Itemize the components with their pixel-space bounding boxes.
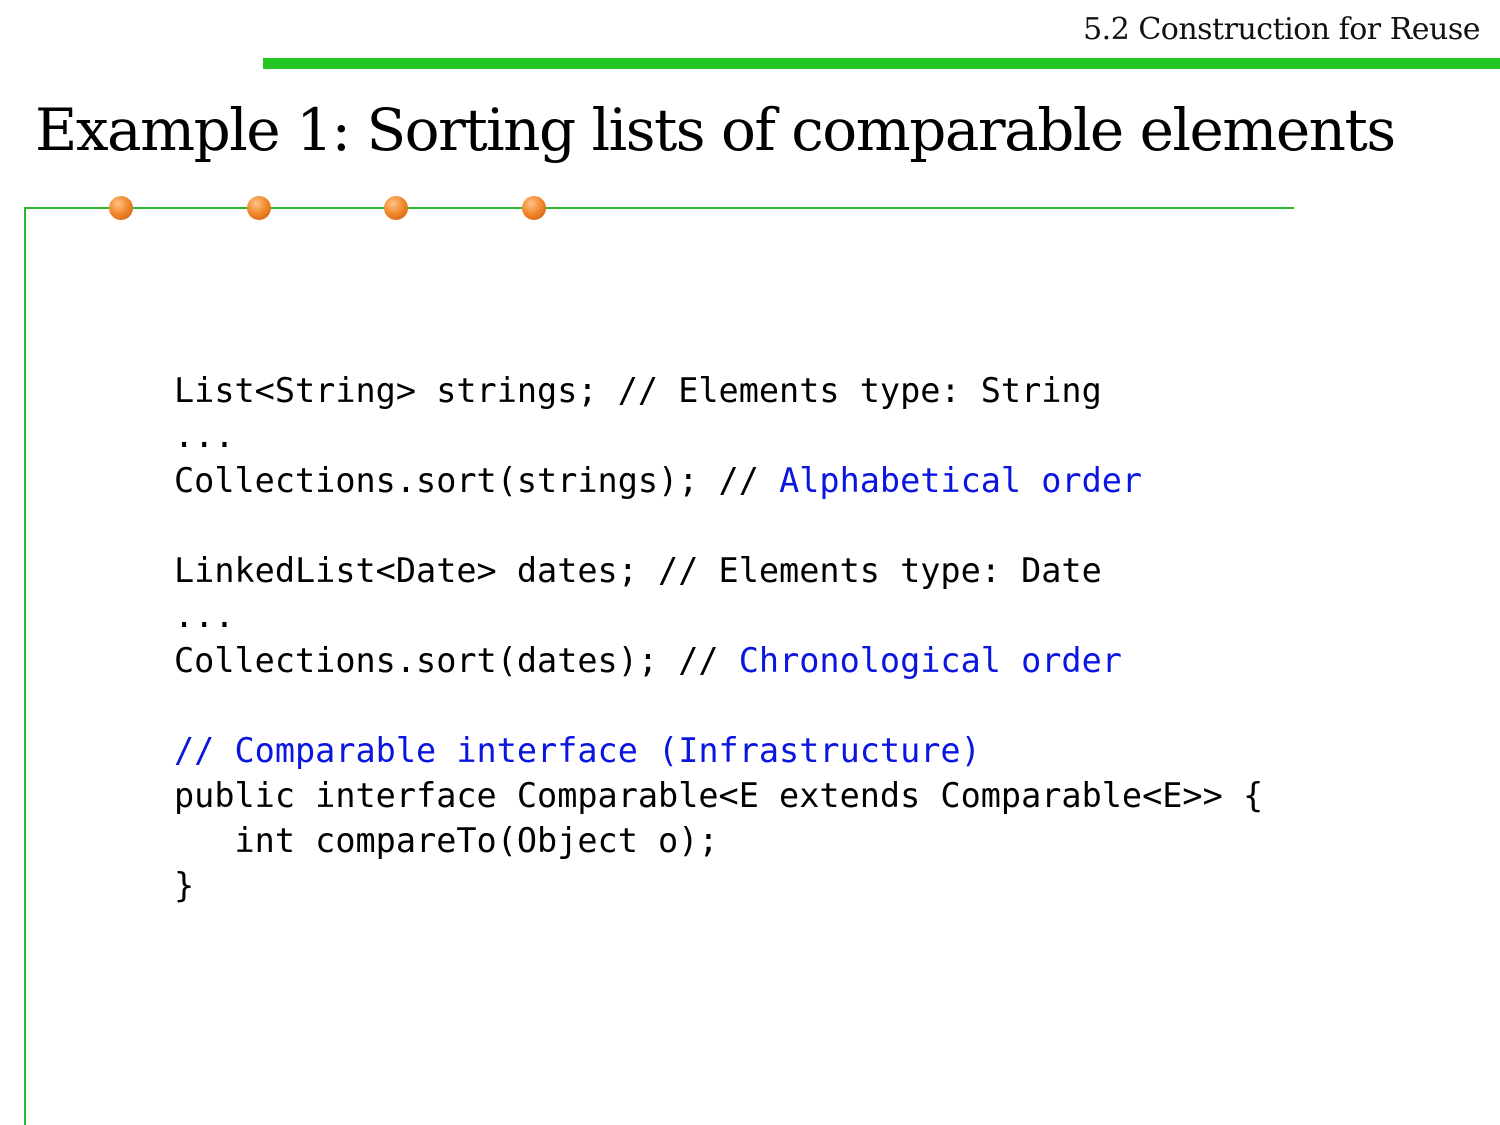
code-line: Collections.sort(dates); // Chronologica…: [174, 638, 1263, 683]
frame-left-line: [24, 207, 26, 1125]
section-title: 5.2 Construction for Reuse: [1083, 12, 1480, 47]
slide: 5.2 Construction for Reuse Example 1: So…: [0, 0, 1500, 1125]
orange-dot-icon: [384, 196, 408, 220]
orange-dot-icon: [247, 196, 271, 220]
code-block: List<String> strings; // Elements type: …: [174, 368, 1263, 908]
code-line: int compareTo(Object o);: [174, 821, 719, 860]
code-line: Collections.sort(strings); // Alphabetic…: [174, 458, 1263, 503]
code-comment-line: // Comparable interface (Infrastructure): [174, 731, 981, 770]
header-rule: [263, 58, 1500, 69]
code-line: List<String> strings; // Elements type: …: [174, 371, 1102, 410]
code-text: Collections.sort(strings); //: [174, 461, 780, 500]
code-line: ...: [174, 596, 235, 635]
code-line: }: [174, 866, 195, 905]
orange-dot-icon: [522, 196, 546, 220]
code-line: ...: [174, 416, 235, 455]
orange-dot-icon: [109, 196, 133, 220]
code-comment: Alphabetical order: [779, 461, 1143, 500]
code-line: LinkedList<Date> dates; // Elements type…: [174, 551, 1102, 590]
slide-title: Example 1: Sorting lists of comparable e…: [35, 96, 1396, 164]
code-text: Collections.sort(dates); //: [174, 641, 739, 680]
code-comment: Chronological order: [738, 641, 1122, 680]
code-line: public interface Comparable<E extends Co…: [174, 776, 1264, 815]
frame-top-line: [24, 207, 1294, 209]
